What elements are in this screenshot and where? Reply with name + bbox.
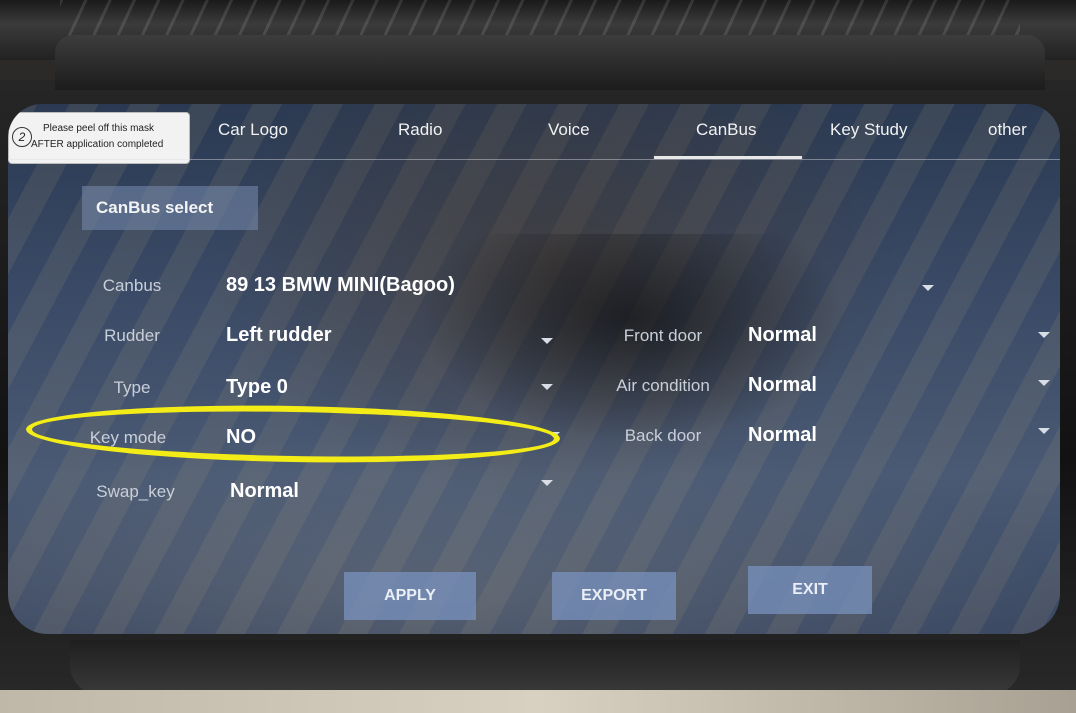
apply-button[interactable]: APPLY <box>344 572 476 620</box>
rudder-select[interactable]: Left rudder <box>226 324 332 347</box>
air-condition-select[interactable]: Normal <box>748 374 817 397</box>
front-door-label: Front door <box>623 326 703 345</box>
tab-key-study[interactable]: Key Study <box>830 120 908 140</box>
type-dropdown-arrow-icon[interactable] <box>541 384 553 390</box>
type-label: Type <box>113 378 151 397</box>
tab-car-logo[interactable]: Car Logo <box>218 120 288 140</box>
settings-tab-bar: Car Logo Radio Voice CanBus Key Study ot… <box>8 104 1060 160</box>
canbus-dropdown-arrow-icon[interactable] <box>922 285 934 291</box>
tab-voice[interactable]: Voice <box>548 120 590 140</box>
swap-key-label: Swap_key <box>96 482 175 501</box>
type-select[interactable]: Type 0 <box>226 376 288 399</box>
back-door-select[interactable]: Normal <box>748 424 817 447</box>
bezel-top-lip <box>55 35 1045 90</box>
canbus-select-button[interactable]: CanBus select <box>82 186 258 230</box>
tab-canbus[interactable]: CanBus <box>696 120 756 140</box>
export-button[interactable]: EXPORT <box>552 572 676 620</box>
bezel-bottom-lip <box>70 640 1020 695</box>
back-door-dropdown-arrow-icon[interactable] <box>1038 428 1050 434</box>
front-door-select[interactable]: Normal <box>748 324 817 347</box>
canbus-label: Canbus <box>102 276 162 295</box>
photo-background-bottom <box>0 690 1076 713</box>
rudder-dropdown-arrow-icon[interactable] <box>541 338 553 344</box>
air-condition-label: Air condition <box>616 376 710 395</box>
air-condition-dropdown-arrow-icon[interactable] <box>1038 380 1050 386</box>
exit-button[interactable]: EXIT <box>748 566 872 614</box>
back-door-label: Back door <box>624 426 702 445</box>
front-door-dropdown-arrow-icon[interactable] <box>1038 332 1050 338</box>
tab-divider <box>8 159 1060 160</box>
tab-radio[interactable]: Radio <box>398 120 442 140</box>
swap-key-dropdown-arrow-icon[interactable] <box>541 480 553 486</box>
tab-other[interactable]: other <box>988 120 1027 140</box>
screen-glare <box>8 434 1060 634</box>
head-unit-screen: 2 Please peel off this mask AFTER applic… <box>8 104 1060 634</box>
canbus-select[interactable]: 89 13 BMW MINI(Bagoo) <box>226 274 455 297</box>
swap-key-select[interactable]: Normal <box>230 480 299 503</box>
rudder-label: Rudder <box>104 326 160 345</box>
